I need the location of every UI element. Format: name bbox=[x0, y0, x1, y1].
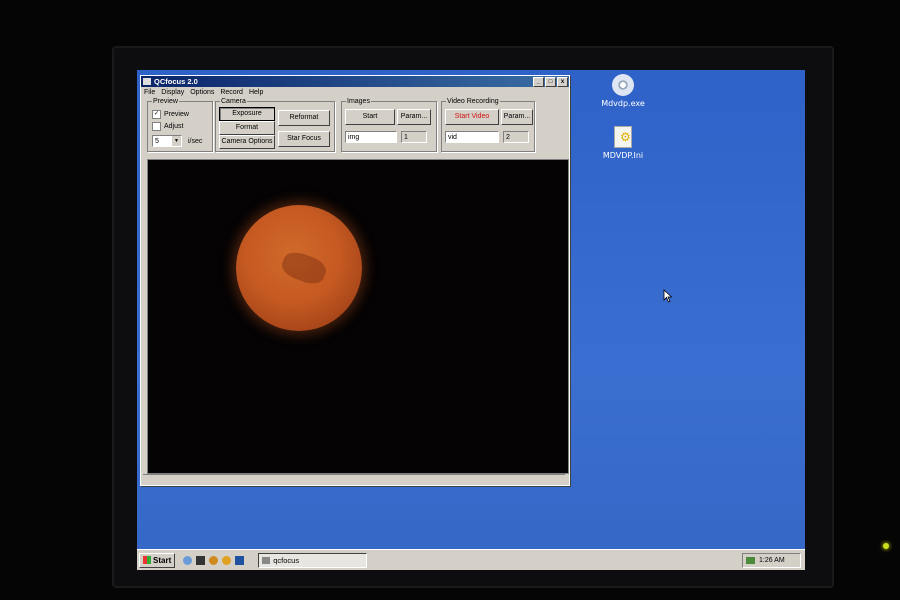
surface-marking bbox=[278, 248, 330, 288]
media-quicklaunch-icon[interactable] bbox=[222, 555, 232, 565]
minimize-button[interactable]: _ bbox=[533, 76, 544, 87]
camera-group: Camera Exposure Format Camera Options Re… bbox=[215, 98, 335, 152]
video-param-button[interactable]: Param... bbox=[501, 109, 533, 125]
windows-logo-icon bbox=[143, 556, 151, 564]
status-bar bbox=[143, 474, 565, 483]
start-video-button[interactable]: Start Video bbox=[445, 109, 499, 125]
save-quicklaunch-icon[interactable] bbox=[235, 555, 245, 565]
desktop: Mdvdp.exe MDVDP.Ini QCfocus 2.0 _ □ x Fi… bbox=[137, 70, 805, 570]
preview-group: Preview ✓ Preview Adjust 5 ▼ i/sec bbox=[147, 98, 213, 152]
maximize-button[interactable]: □ bbox=[545, 76, 556, 87]
video-count-field[interactable]: 2 bbox=[503, 131, 529, 143]
video-recording-group: Video Recording Start Video Param... vid… bbox=[441, 98, 535, 152]
rate-select-value: 5 bbox=[155, 138, 159, 145]
camera-options-button[interactable]: Camera Options bbox=[219, 135, 275, 149]
quick-launch bbox=[183, 555, 245, 565]
desktop-icon-mdvdp-ini[interactable]: MDVDP.Ini bbox=[593, 126, 653, 160]
menu-display[interactable]: Display bbox=[161, 89, 184, 96]
adjust-checkbox-label: Adjust bbox=[164, 123, 184, 130]
menu-record[interactable]: Record bbox=[220, 89, 243, 96]
menu-help[interactable]: Help bbox=[249, 89, 263, 96]
rate-unit: i/sec bbox=[188, 138, 203, 145]
close-button[interactable]: x bbox=[557, 76, 568, 87]
preview-checkbox-label: Preview bbox=[164, 111, 189, 118]
command-prompt-icon[interactable] bbox=[196, 555, 206, 565]
star-focus-button[interactable]: Star Focus bbox=[278, 131, 330, 147]
checkmark-icon: ✓ bbox=[152, 110, 161, 119]
start-label: Start bbox=[153, 555, 172, 565]
cd-icon bbox=[612, 74, 634, 96]
menu-bar: File Display Options Record Help bbox=[141, 87, 569, 98]
app-icon bbox=[143, 78, 151, 85]
start-button[interactable]: Start bbox=[139, 552, 176, 568]
images-name-input[interactable]: img bbox=[345, 131, 397, 143]
video-recording-group-label: Video Recording bbox=[447, 98, 499, 105]
reformat-button[interactable]: Reformat bbox=[278, 110, 330, 126]
desktop-icon-label: Mdvdp.exe bbox=[601, 99, 645, 108]
tray-icon[interactable] bbox=[746, 556, 755, 564]
app-icon bbox=[262, 556, 271, 564]
menu-file[interactable]: File bbox=[144, 89, 155, 96]
format-button[interactable]: Format bbox=[219, 121, 275, 135]
app-quicklaunch-icon[interactable] bbox=[209, 555, 219, 565]
preview-group-label: Preview bbox=[153, 98, 178, 105]
desktop-icon-label: MDVDP.Ini bbox=[602, 151, 644, 160]
images-start-button[interactable]: Start bbox=[345, 109, 395, 125]
empty-checkbox-icon bbox=[152, 122, 161, 131]
images-group-label: Images bbox=[347, 98, 370, 105]
toolbar: Preview ✓ Preview Adjust 5 ▼ i/sec Camer… bbox=[141, 98, 569, 156]
images-param-button[interactable]: Param... bbox=[397, 109, 431, 125]
rate-select[interactable]: 5 ▼ bbox=[152, 135, 182, 147]
window-title: QCfocus 2.0 bbox=[154, 77, 198, 86]
adjust-checkbox[interactable]: Adjust bbox=[152, 122, 183, 131]
taskbar-button-label: qcfocus bbox=[273, 555, 300, 565]
menu-options[interactable]: Options bbox=[190, 89, 214, 96]
exposure-button[interactable]: Exposure bbox=[219, 107, 275, 121]
desktop-icon-mdvdp-exe[interactable]: Mdvdp.exe bbox=[593, 74, 653, 108]
qcfocus-window: QCfocus 2.0 _ □ x File Display Options R… bbox=[140, 75, 570, 486]
power-led bbox=[883, 543, 889, 549]
mars-planet-image bbox=[236, 205, 362, 331]
camera-group-label: Camera bbox=[221, 98, 246, 105]
images-count-field[interactable]: 1 bbox=[401, 131, 427, 143]
images-group: Images Start Param... img 1 bbox=[341, 98, 437, 152]
camera-preview[interactable] bbox=[147, 159, 569, 474]
system-tray: 1:26 AM bbox=[742, 552, 801, 568]
video-name-input[interactable]: vid bbox=[445, 131, 499, 143]
taskbar-button-qcfocus[interactable]: qcfocus bbox=[258, 552, 368, 568]
internet-explorer-icon[interactable] bbox=[183, 555, 193, 565]
chevron-down-icon[interactable]: ▼ bbox=[172, 136, 181, 146]
preview-checkbox[interactable]: ✓ Preview bbox=[152, 110, 189, 119]
taskbar: Start qcfocus 1:26 AM bbox=[137, 549, 805, 570]
settings-file-icon bbox=[614, 126, 632, 148]
title-bar[interactable]: QCfocus 2.0 _ □ x bbox=[141, 76, 569, 87]
clock[interactable]: 1:26 AM bbox=[759, 557, 785, 564]
